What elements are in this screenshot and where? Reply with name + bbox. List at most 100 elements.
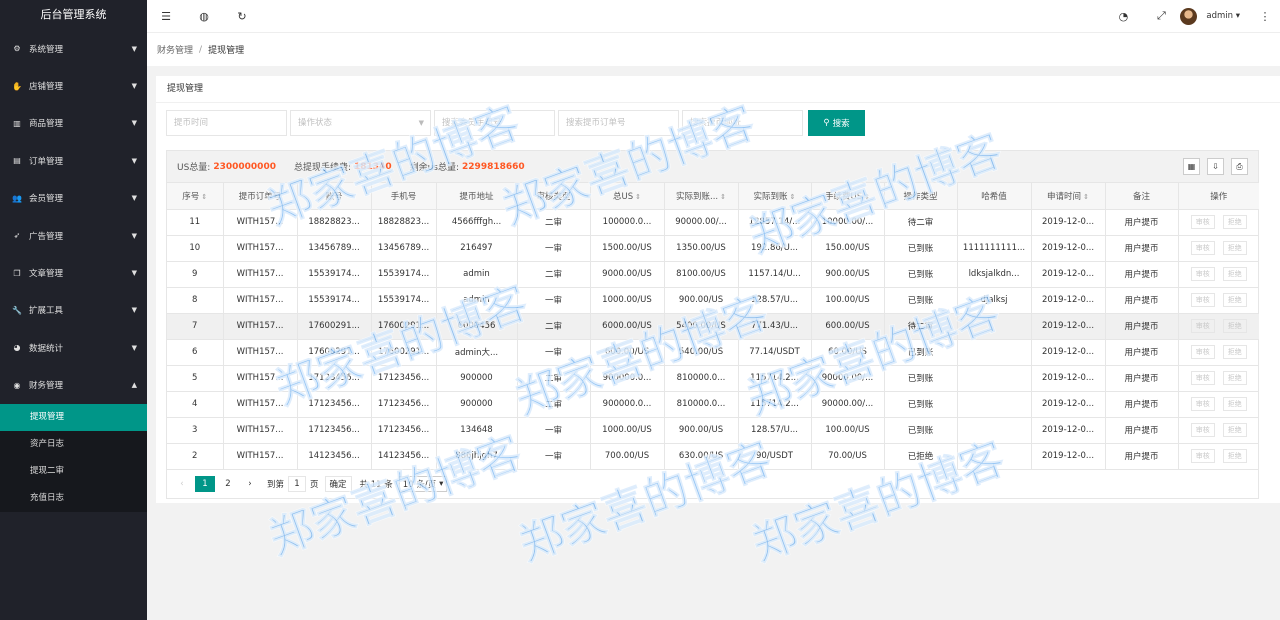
sidebar-item-2[interactable]: ▥ 商品管理 ▼ (0, 105, 147, 142)
table-cell: 18828823... (370, 208, 437, 236)
review-button[interactable]: 审核 (1190, 241, 1215, 255)
globe-icon[interactable]: ◍ (185, 0, 223, 32)
table-row[interactable]: 5 WITH157... 17123456... 17123456... 900000 二… (167, 364, 1259, 392)
reject-button[interactable]: 拒绝 (1222, 319, 1247, 333)
column-header-label: 手机号 (390, 191, 417, 202)
review-button[interactable]: 审核 (1190, 423, 1215, 437)
reject-button[interactable]: 拒绝 (1222, 397, 1247, 411)
table-cell: 1500.00/US (589, 234, 665, 262)
avatar[interactable] (1180, 7, 1198, 25)
sort-icon[interactable]: ⇕ (201, 193, 207, 201)
table-cell: 17123456... (296, 364, 372, 392)
address-search-input[interactable]: 搜索提币地址 (682, 110, 803, 136)
next-page-icon[interactable]: › (241, 476, 259, 492)
column-header: 哈希值 (956, 183, 1032, 210)
sidebar-item-1[interactable]: ✋ 店铺管理 ▼ (0, 67, 147, 104)
reject-button[interactable]: 拒绝 (1222, 293, 1247, 307)
column-header[interactable]: 实际到账 ⇕ (737, 183, 812, 210)
sidebar-item-7[interactable]: 🔧 扩展工具 ▼ (0, 292, 147, 329)
page-2[interactable]: 2 (219, 476, 237, 492)
column-header[interactable]: 序号 ⇕ (167, 183, 224, 210)
submenu-item-3[interactable]: 充值日志 (0, 485, 147, 512)
table-row[interactable]: 8 WITH157... 15539174... 15539174... admin 一审… (167, 286, 1259, 314)
table-cell: 一审 (516, 338, 591, 366)
sort-icon[interactable]: ⇕ (864, 193, 870, 201)
table-row[interactable]: 3 WITH157... 17123456... 17123456... 134648 一… (167, 416, 1259, 444)
print-icon[interactable]: ⎙ (1231, 158, 1248, 175)
gear-icon: ⚙ (13, 44, 21, 54)
phone-search-input[interactable]: 搜索会员手机号 (434, 110, 555, 136)
table-cell: 10 (167, 234, 224, 262)
reject-button[interactable]: 拒绝 (1222, 371, 1247, 385)
columns-icon[interactable]: ▦ (1183, 158, 1200, 175)
reject-button[interactable]: 拒绝 (1222, 423, 1247, 437)
page-size-select[interactable]: 10 条/页 ▾ (398, 475, 448, 492)
sidebar-item-4[interactable]: 👥 会员管理 ▼ (0, 180, 147, 217)
table-row[interactable]: 2 WITH157... 14123456... 14123456... 886jhjg… (167, 442, 1259, 470)
fullscreen-icon[interactable]: ⤢ (1142, 0, 1180, 32)
time-filter-input[interactable]: 提币时间 (166, 110, 287, 136)
review-button[interactable]: 审核 (1190, 319, 1215, 333)
sort-icon[interactable]: ⇕ (1083, 193, 1089, 201)
reject-button[interactable]: 拒绝 (1222, 449, 1247, 463)
theme-icon[interactable]: ◔ (1104, 0, 1142, 32)
hand-icon: ✋ (12, 81, 22, 91)
bar-chart-icon: ▥ (13, 118, 21, 128)
reject-button[interactable]: 拒绝 (1222, 215, 1247, 229)
table-row[interactable]: 11 WITH157... 18828823... 18828823... 4566ff… (167, 208, 1259, 236)
column-header[interactable]: 手续费US ⇕ (810, 183, 885, 210)
review-button[interactable]: 审核 (1190, 345, 1215, 359)
sidebar-item-9[interactable]: ◉ 财务管理 ▲ (0, 367, 147, 404)
export-icon[interactable]: ⇩ (1207, 158, 1224, 175)
goto-confirm-button[interactable]: 确定 (324, 475, 352, 492)
review-button[interactable]: 审核 (1190, 397, 1215, 411)
review-button[interactable]: 审核 (1190, 293, 1215, 307)
reject-button[interactable]: 拒绝 (1222, 241, 1247, 255)
column-header[interactable]: 总US ⇕ (589, 183, 665, 210)
column-header[interactable]: 实际到账... ⇕ (663, 183, 739, 210)
submenu-item-1[interactable]: 资产日志 (0, 431, 147, 458)
table-cell: 77.14/USDT (737, 338, 812, 366)
sidebar-item-6[interactable]: ❐ 文章管理 ▼ (0, 254, 147, 291)
sidebar-item-8[interactable]: ◕ 数据统计 ▼ (0, 329, 147, 366)
reject-button[interactable]: 拒绝 (1222, 267, 1247, 281)
status-select[interactable]: 操作状态 ▼ (290, 110, 431, 136)
page-1[interactable]: 1 (195, 475, 215, 492)
table-cell: WITH157... (222, 208, 298, 236)
sidebar-item-0[interactable]: ⚙ 系统管理 ▼ (0, 30, 147, 67)
data-table: US总量: 2300000000 总提现手续费: 181340 剩余us总量: … (166, 150, 1259, 499)
table-row[interactable]: 4 WITH157... 17123456... 17123456... 900000 二… (167, 390, 1259, 418)
breadcrumb-parent[interactable]: 财务管理 (157, 43, 193, 56)
sort-icon[interactable]: ⇕ (635, 193, 641, 201)
table-cell: 用户提币 (1104, 442, 1179, 470)
search-button[interactable]: ⚲ 搜索 (808, 110, 865, 136)
user-menu[interactable]: admin ▾ (1206, 11, 1240, 21)
order-search-input[interactable]: 搜索提币订单号 (558, 110, 679, 136)
table-cell: ldksjalkdn... (956, 260, 1032, 288)
column-header[interactable]: 申请时间 ⇕ (1030, 183, 1106, 210)
review-button[interactable]: 审核 (1190, 267, 1215, 281)
reject-button[interactable]: 拒绝 (1222, 345, 1247, 359)
column-header: 审核类型 (516, 183, 591, 210)
review-button[interactable]: 审核 (1190, 449, 1215, 463)
menu-toggle-icon[interactable]: ☰ (147, 0, 185, 32)
submenu-item-0[interactable]: 提现管理 (0, 403, 147, 431)
sort-icon[interactable]: ⇕ (720, 193, 726, 201)
review-button[interactable]: 审核 (1190, 371, 1215, 385)
table-row[interactable]: 9 WITH157... 15539174... 15539174... admin 二审… (167, 260, 1259, 288)
column-header-label: 操作类型 (903, 191, 938, 202)
table-row[interactable]: 6 WITH157... 17600291... 17600291... admin大.… (167, 338, 1259, 366)
submenu-item-2[interactable]: 提现二审 (0, 458, 147, 485)
pie-chart-icon: ◕ (13, 343, 21, 353)
more-icon[interactable]: ⋮ (1250, 0, 1280, 32)
table-row[interactable]: 10 WITH157... 13456789... 13456789... 216497… (167, 234, 1259, 262)
review-button[interactable]: 审核 (1190, 215, 1215, 229)
refresh-icon[interactable]: ↻ (223, 0, 261, 32)
goto-page-input[interactable]: 1 (288, 475, 307, 492)
sort-icon[interactable]: ⇕ (790, 193, 796, 201)
action-cell: 审核 拒绝 (1177, 390, 1259, 418)
sidebar-item-3[interactable]: ▤ 订单管理 ▼ (0, 142, 147, 179)
table-row[interactable]: 7 WITH157... 17600291... 17600291... 6000456… (167, 312, 1259, 340)
prev-page-icon[interactable]: ‹ (173, 476, 191, 492)
sidebar-item-5[interactable]: ➶ 广告管理 ▼ (0, 217, 147, 254)
